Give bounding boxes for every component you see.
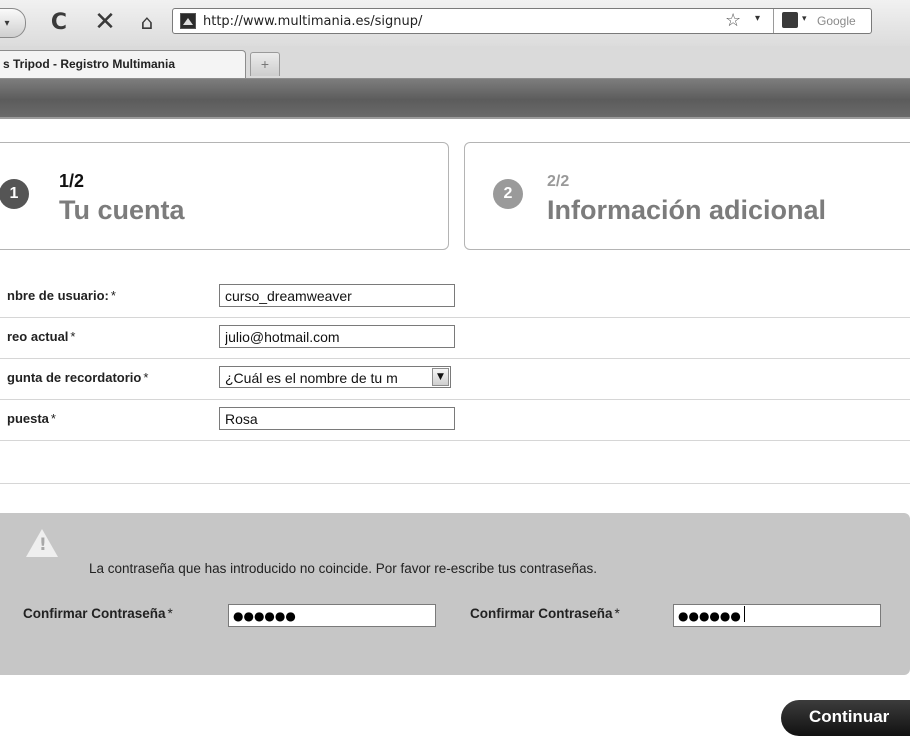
continue-button[interactable]: Continuar — [781, 700, 910, 736]
tab-title: s Tripod - Registro Multimania — [3, 57, 176, 71]
step-2-badge: 2 — [493, 179, 523, 209]
form-divider — [0, 483, 910, 484]
new-tab-button[interactable]: + — [250, 52, 280, 76]
warning-icon: ! — [26, 529, 58, 557]
search-input[interactable]: Google — [817, 14, 856, 28]
question-row: gunta de recordatorio * ¿Cuál es el nombr… — [0, 358, 910, 400]
email-row: reo actual * — [0, 317, 910, 359]
question-label: gunta de recordatorio * — [7, 370, 149, 385]
confirm-password-input-1[interactable] — [228, 604, 436, 627]
address-search-separator — [773, 9, 774, 33]
url-history-dropdown-icon[interactable]: ▾ — [755, 13, 760, 24]
chevron-down-icon[interactable]: ▼ — [432, 368, 449, 386]
star-icon[interactable]: ☆ — [725, 10, 741, 31]
username-input[interactable] — [219, 284, 455, 307]
step-1-badge: 1 — [0, 179, 29, 209]
password-error-panel: ! La contraseña que has introducido no c… — [0, 513, 910, 675]
tab-strip: s Tripod - Registro Multimania + — [0, 46, 910, 79]
reload-icon[interactable]: C — [46, 8, 72, 36]
step-1-title: Tu cuenta — [59, 195, 185, 225]
email-input[interactable] — [219, 325, 455, 348]
text-cursor — [744, 606, 745, 622]
browser-navigation-bar: ▾ C ✕ ⌂ http://www.multimania.es/signup/… — [0, 0, 910, 46]
username-row: nbre de usuario: * — [0, 276, 910, 318]
address-url[interactable]: http://www.multimania.es/signup/ — [203, 14, 422, 29]
question-select[interactable]: ¿Cuál es el nombre de tu m ▼ — [219, 366, 451, 388]
confirm-password-label-1: Confirmar Contraseña * — [23, 606, 173, 621]
search-engine-dropdown-icon[interactable]: ▾ — [802, 14, 807, 24]
step-2-title: Información adicional — [547, 195, 827, 225]
confirm-password-label-2: Confirmar Contraseña * — [470, 606, 620, 621]
back-dropdown-icon[interactable]: ▾ — [0, 8, 26, 38]
site-favicon-icon — [180, 13, 196, 29]
email-label: reo actual * — [7, 329, 76, 344]
step-tu-cuenta: 1 1/2 Tu cuenta — [0, 142, 449, 250]
step-informacion-adicional: 2 2/2 Información adicional — [464, 142, 910, 250]
address-bar[interactable]: http://www.multimania.es/signup/ ☆ ▾ ▾ G… — [172, 8, 872, 34]
answer-input[interactable] — [219, 407, 455, 430]
step-2-number: 2/2 — [547, 173, 570, 190]
error-message: La contraseña que has introducido no coi… — [89, 561, 598, 576]
site-header-band — [0, 79, 910, 119]
username-label: nbre de usuario: * — [7, 288, 116, 303]
confirm-password-input-2[interactable] — [673, 604, 881, 627]
stop-icon[interactable]: ✕ — [92, 7, 118, 37]
tab-registro-multimania[interactable]: s Tripod - Registro Multimania — [0, 50, 246, 78]
google-icon[interactable] — [782, 12, 798, 28]
question-selected-value: ¿Cuál es el nombre de tu m — [225, 370, 398, 386]
answer-label: puesta * — [7, 411, 56, 426]
home-icon[interactable]: ⌂ — [134, 8, 160, 36]
answer-row: puesta * — [0, 399, 910, 441]
step-1-number: 1/2 — [59, 171, 85, 191]
